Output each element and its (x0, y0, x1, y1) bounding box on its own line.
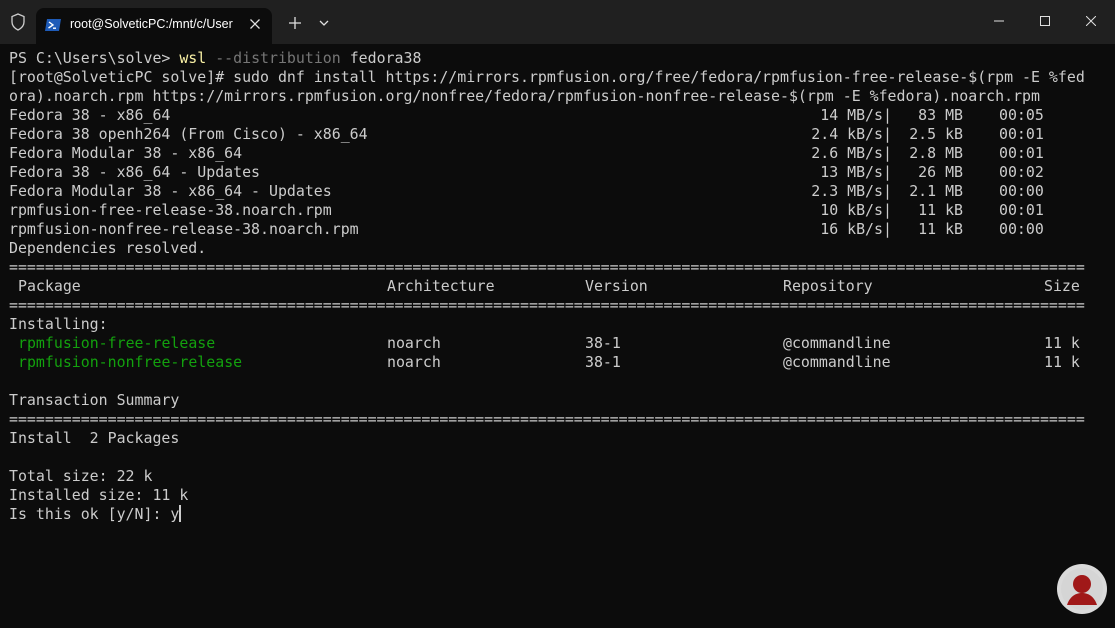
cmd-flag: --distribution (206, 49, 341, 67)
new-tab-icon[interactable] (284, 12, 306, 34)
separator: ========================================… (9, 410, 1085, 428)
summary-title: Transaction Summary (9, 391, 180, 409)
package-row: rpmfusion-free-release noarch 38-1 @comm… (18, 334, 1080, 352)
separator: ========================================… (9, 296, 1085, 314)
title-bar: root@SolveticPC:/mnt/c/User (0, 0, 1115, 44)
minimize-icon (994, 20, 1004, 22)
confirm-prompt: Is this ok [y/N]: (9, 505, 171, 523)
tab-title: root@SolveticPC:/mnt/c/User (70, 17, 233, 31)
repo-row: rpmfusion-nonfree-release-38.noarch.rpm … (9, 220, 1044, 238)
watermark-logo (1057, 564, 1107, 614)
install-count: Install 2 Packages (9, 429, 180, 447)
close-icon (1086, 16, 1096, 26)
repo-row: rpmfusion-free-release-38.noarch.rpm 10 … (9, 201, 1044, 219)
dnf-command-line-2: ora).noarch.rpm https://mirrors.rpmfusio… (9, 87, 1040, 105)
separator: ========================================… (9, 258, 1085, 276)
chevron-down-icon[interactable] (314, 12, 334, 34)
total-size: Total size: 22 k (9, 467, 153, 485)
maximize-icon (1040, 16, 1050, 26)
close-tab-icon[interactable] (246, 15, 264, 33)
header-repo: Repository (783, 277, 873, 295)
terminal-output[interactable]: PS C:\Users\solve> wsl --distribution fe… (0, 44, 1115, 628)
cmd-arg: fedora38 (340, 49, 422, 67)
confirm-input[interactable]: y (170, 505, 179, 523)
text-cursor (179, 505, 181, 522)
deps-resolved: Dependencies resolved. (9, 239, 207, 257)
installed-size: Installed size: 11 k (9, 486, 189, 504)
table-header: Package Architecture Version Repository … (9, 277, 1109, 296)
powershell-icon (45, 19, 61, 31)
package-row: rpmfusion-nonfree-release noarch 38-1 @c… (18, 353, 1080, 371)
minimize-button[interactable] (976, 0, 1022, 44)
cmd-wsl: wsl (179, 49, 207, 67)
installing-label: Installing: (9, 315, 108, 333)
maximize-button[interactable] (1022, 0, 1068, 44)
shield-icon (11, 13, 25, 31)
repo-row: Fedora 38 - x86_64 - Updates 13 MB/s | 2… (9, 163, 1044, 181)
repo-row: Fedora Modular 38 - x86_64 2.6 MB/s | 2.… (9, 144, 1044, 162)
close-window-button[interactable] (1068, 0, 1114, 44)
repo-row: Fedora 38 openh264 (From Cisco) - x86_64… (9, 125, 1044, 143)
ps-prompt: PS C:\Users\solve> (9, 49, 180, 67)
confirm-line[interactable]: Is this ok [y/N]: y (9, 505, 181, 524)
tab-terminal[interactable]: root@SolveticPC:/mnt/c/User (36, 8, 272, 44)
dnf-command-line-1: [root@SolveticPC solve]# sudo dnf instal… (9, 68, 1085, 86)
header-version: Version (585, 277, 648, 295)
header-package: Package (18, 277, 81, 295)
repo-row: Fedora Modular 38 - x86_64 - Updates 2.3… (9, 182, 1044, 200)
header-arch: Architecture (387, 277, 495, 295)
header-size: Size (1044, 277, 1080, 295)
repo-row: Fedora 38 - x86_64 14 MB/s | 83 MB 00:05 (9, 106, 1044, 124)
ps-command-line: PS C:\Users\solve> wsl --distribution fe… (9, 49, 421, 68)
